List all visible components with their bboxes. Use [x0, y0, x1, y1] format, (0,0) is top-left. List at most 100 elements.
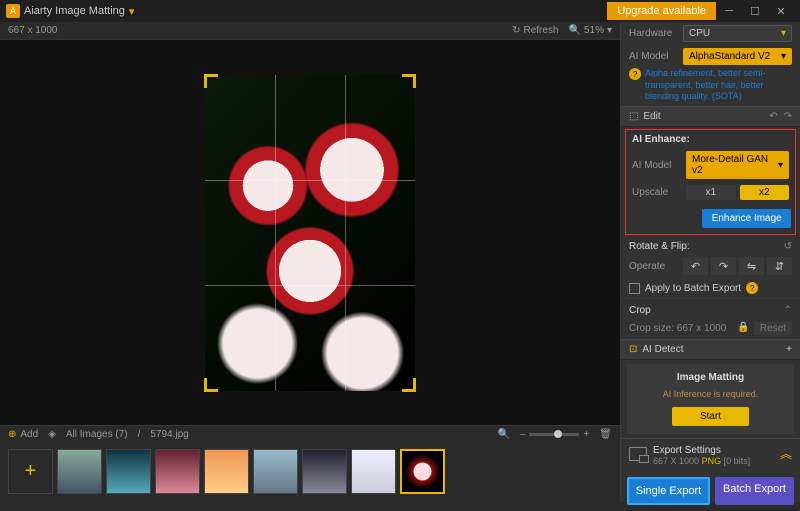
crop-handle-bl[interactable]: [204, 378, 218, 392]
grid-line: [205, 180, 415, 181]
zoom-value: 51%: [584, 25, 604, 36]
operate-label: Operate: [629, 261, 677, 272]
close-button[interactable]: ✕: [768, 0, 794, 22]
chevron-down-icon: ▾: [781, 51, 786, 62]
upgrade-button[interactable]: Upgrade available: [607, 2, 716, 20]
apply-batch-checkbox[interactable]: [629, 283, 640, 294]
expand-export-icon[interactable]: ︽: [780, 445, 792, 462]
help-icon[interactable]: ?: [629, 68, 641, 80]
edit-label: Edit: [643, 111, 660, 122]
hardware-dropdown[interactable]: CPU ▾: [683, 25, 792, 42]
inference-message: AI Inference is required.: [633, 389, 788, 399]
crop-handle-br[interactable]: [402, 378, 416, 392]
aimodel-label: AI Model: [629, 51, 677, 62]
all-images-label[interactable]: All Images (7): [66, 429, 128, 440]
app-title: Aiarty Image Matting: [24, 5, 125, 17]
image-matting-title: Image Matting: [633, 372, 788, 383]
upscale-x2-button[interactable]: x2: [740, 185, 790, 200]
aimodel-dropdown[interactable]: AlphaStandard V2 ▾: [683, 48, 792, 65]
crop-reset-button[interactable]: Reset: [754, 322, 792, 335]
title-chevron-icon[interactable]: ▾: [129, 5, 135, 18]
start-button[interactable]: Start: [672, 407, 749, 426]
rotate-right-button[interactable]: ↷: [711, 257, 736, 275]
crop-handle-tr[interactable]: [402, 74, 416, 88]
export-bits: [0 bits]: [724, 456, 751, 466]
thumbnail[interactable]: [106, 449, 151, 494]
edit-icon: ⬚: [629, 111, 638, 122]
thumbnail[interactable]: [57, 449, 102, 494]
zoom-control[interactable]: 🔍 51% ▾: [569, 25, 613, 36]
hardware-value: CPU: [689, 28, 710, 39]
rotate-left-button[interactable]: ↶: [683, 257, 708, 275]
add-thumb-button[interactable]: +: [8, 449, 53, 494]
add-image-button[interactable]: ⊕ Add: [8, 429, 38, 440]
undo-icon[interactable]: ↶: [769, 111, 777, 122]
export-dims: 667 X 1000: [653, 456, 699, 466]
preview-image: [205, 75, 415, 391]
help-icon[interactable]: ?: [746, 282, 758, 294]
upscale-label: Upscale: [632, 187, 680, 198]
crop-handle-tl[interactable]: [204, 74, 218, 88]
enhance-model-dropdown[interactable]: More-Detail GAN v2 ▾: [686, 151, 789, 179]
trash-icon[interactable]: 🗑: [599, 429, 612, 440]
chevron-down-icon: ▾: [778, 160, 783, 171]
image-frame[interactable]: [205, 75, 415, 391]
magnifier-icon: 🔍: [569, 25, 581, 36]
thumbnail[interactable]: [302, 449, 347, 494]
minimize-button[interactable]: ─: [716, 0, 742, 22]
refresh-label: Refresh: [523, 25, 558, 36]
thumbnail[interactable]: [204, 449, 249, 494]
ai-enhance-panel: AI Enhance: AI Model More-Detail GAN v2 …: [625, 129, 796, 235]
plus-icon: ⊕: [8, 429, 16, 440]
grid-line: [205, 285, 415, 286]
export-format: PNG: [702, 456, 722, 466]
model-description: Alpha refinement, better semi-transparen…: [645, 68, 792, 103]
edit-section-header[interactable]: ⬚ Edit ↶ ↷: [621, 106, 800, 127]
refresh-button[interactable]: ↻ Refresh: [512, 25, 558, 36]
canvas[interactable]: [0, 40, 620, 425]
thumb-size-slider[interactable]: –+: [520, 429, 589, 440]
rotate-flip-title: Rotate & Flip:: [629, 241, 690, 252]
redo-icon[interactable]: ↷: [784, 111, 792, 122]
chevron-down-icon: ▾: [781, 28, 786, 39]
apply-batch-label: Apply to Batch Export: [645, 283, 741, 294]
flip-vertical-button[interactable]: ⇵: [767, 257, 792, 275]
upscale-x1-button[interactable]: x1: [686, 185, 736, 200]
refresh-icon: ↻: [512, 25, 520, 36]
add-label: Add: [20, 429, 38, 440]
chevron-down-icon: ▾: [607, 25, 612, 36]
thumbnail-selected[interactable]: [400, 449, 445, 494]
zoom-out-icon[interactable]: 🔍: [497, 429, 509, 440]
batch-export-button[interactable]: Batch Export: [715, 477, 794, 505]
current-filename: 5794.jpg: [150, 429, 188, 440]
crop-size: Crop size: 667 x 1000: [629, 323, 726, 334]
reset-rotate-icon[interactable]: ↺: [784, 241, 792, 252]
lock-icon[interactable]: 🔒: [737, 322, 749, 335]
thumbnail[interactable]: [351, 449, 396, 494]
stack-icon[interactable]: ◈: [48, 429, 56, 440]
detect-icon: ⊡: [629, 344, 637, 355]
export-settings-title: Export Settings: [653, 445, 774, 456]
enhance-model-label: AI Model: [632, 160, 680, 171]
grid-line: [345, 75, 346, 391]
app-icon: A: [6, 4, 20, 18]
thumbnail[interactable]: [155, 449, 200, 494]
enhance-image-button[interactable]: Enhance Image: [702, 209, 791, 228]
plus-icon[interactable]: +: [786, 344, 792, 355]
maximize-button[interactable]: ☐: [742, 0, 768, 22]
export-icon: [629, 447, 647, 461]
enhance-model-value: More-Detail GAN v2: [692, 154, 778, 176]
separator: /: [138, 429, 141, 440]
flip-horizontal-button[interactable]: ⇋: [739, 257, 764, 275]
collapse-icon[interactable]: ⌃: [784, 305, 792, 316]
grid-line: [275, 75, 276, 391]
ai-detect-panel: Image Matting AI Inference is required. …: [627, 364, 794, 434]
crop-title: Crop: [629, 305, 651, 316]
single-export-button[interactable]: Single Export: [627, 477, 710, 505]
ai-detect-label: AI Detect: [642, 344, 683, 355]
ai-detect-header[interactable]: ⊡ AI Detect +: [621, 339, 800, 360]
aimodel-value: AlphaStandard V2: [689, 51, 770, 62]
thumbnail[interactable]: [253, 449, 298, 494]
ai-enhance-title: AI Enhance:: [630, 134, 791, 145]
image-dimensions: 667 x 1000: [8, 25, 58, 36]
